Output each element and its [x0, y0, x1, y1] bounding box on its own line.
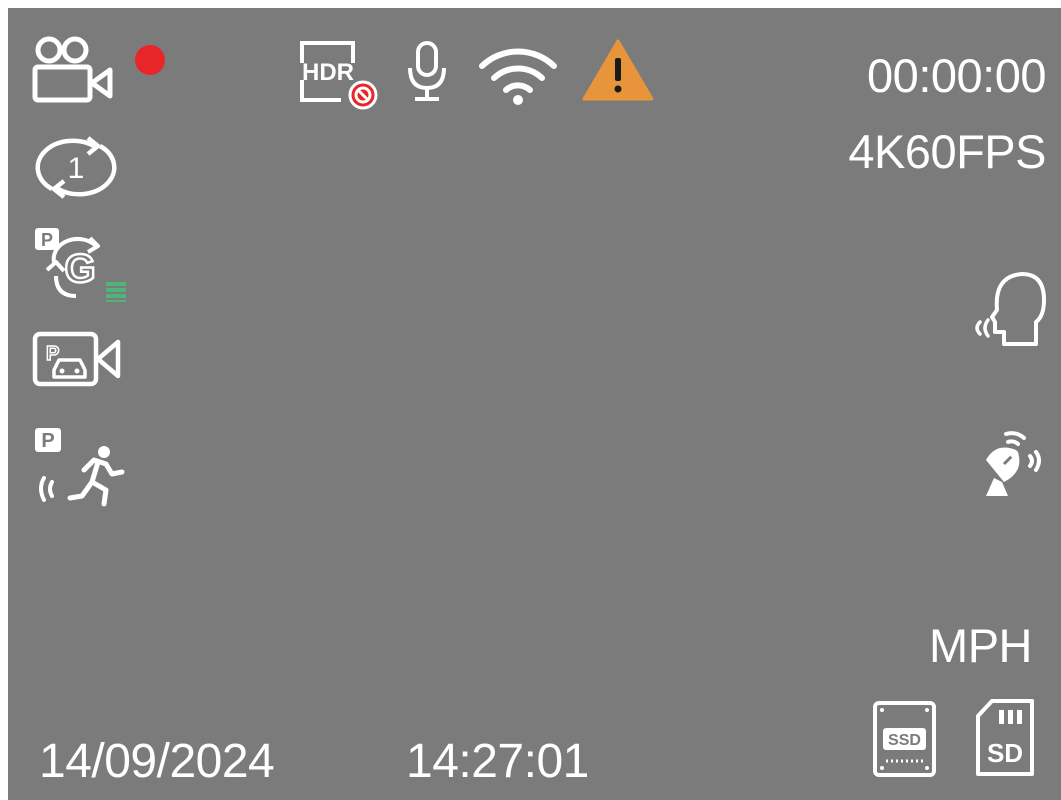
microphone-icon [404, 40, 454, 104]
parking-mode-camera-icon: P [32, 330, 122, 390]
gps-satellite-icon [978, 426, 1050, 500]
ssd-label: SSD [888, 732, 921, 749]
parking-gsensor-icon: P G [32, 226, 128, 302]
record-timer: 00:00:00 [867, 49, 1046, 102]
gsensor-parking-badge: P [41, 230, 53, 250]
recording-dot-icon [135, 45, 165, 75]
voice-control-icon [964, 270, 1050, 346]
sd-label: SD [987, 738, 1023, 768]
sd-card-icon: SD [974, 698, 1036, 778]
warning-icon [582, 38, 654, 102]
speed-unit-label: MPH [929, 619, 1032, 672]
gsensor-letter: G [64, 247, 95, 291]
hdr-off-icon: HDR [297, 40, 381, 112]
parking-motion-detection-icon: P [32, 426, 128, 508]
time-display: 14:27:01 [406, 735, 589, 788]
loop-recording-icon: 1 [32, 134, 120, 200]
motion-parking-badge: P [41, 430, 54, 452]
video-camera-icon [32, 34, 116, 106]
wifi-icon [478, 44, 560, 106]
dashcam-preview-screen: HDR 00:00:00 4K60FPS 1 P G P P MPH SSD S… [8, 8, 1061, 800]
hdr-label: HDR [302, 59, 354, 86]
resolution-label: 4K60FPS [848, 125, 1046, 178]
date-display: 14/09/2024 [39, 735, 275, 788]
ssd-card-icon: SSD [872, 700, 938, 778]
loop-value: 1 [68, 152, 85, 185]
